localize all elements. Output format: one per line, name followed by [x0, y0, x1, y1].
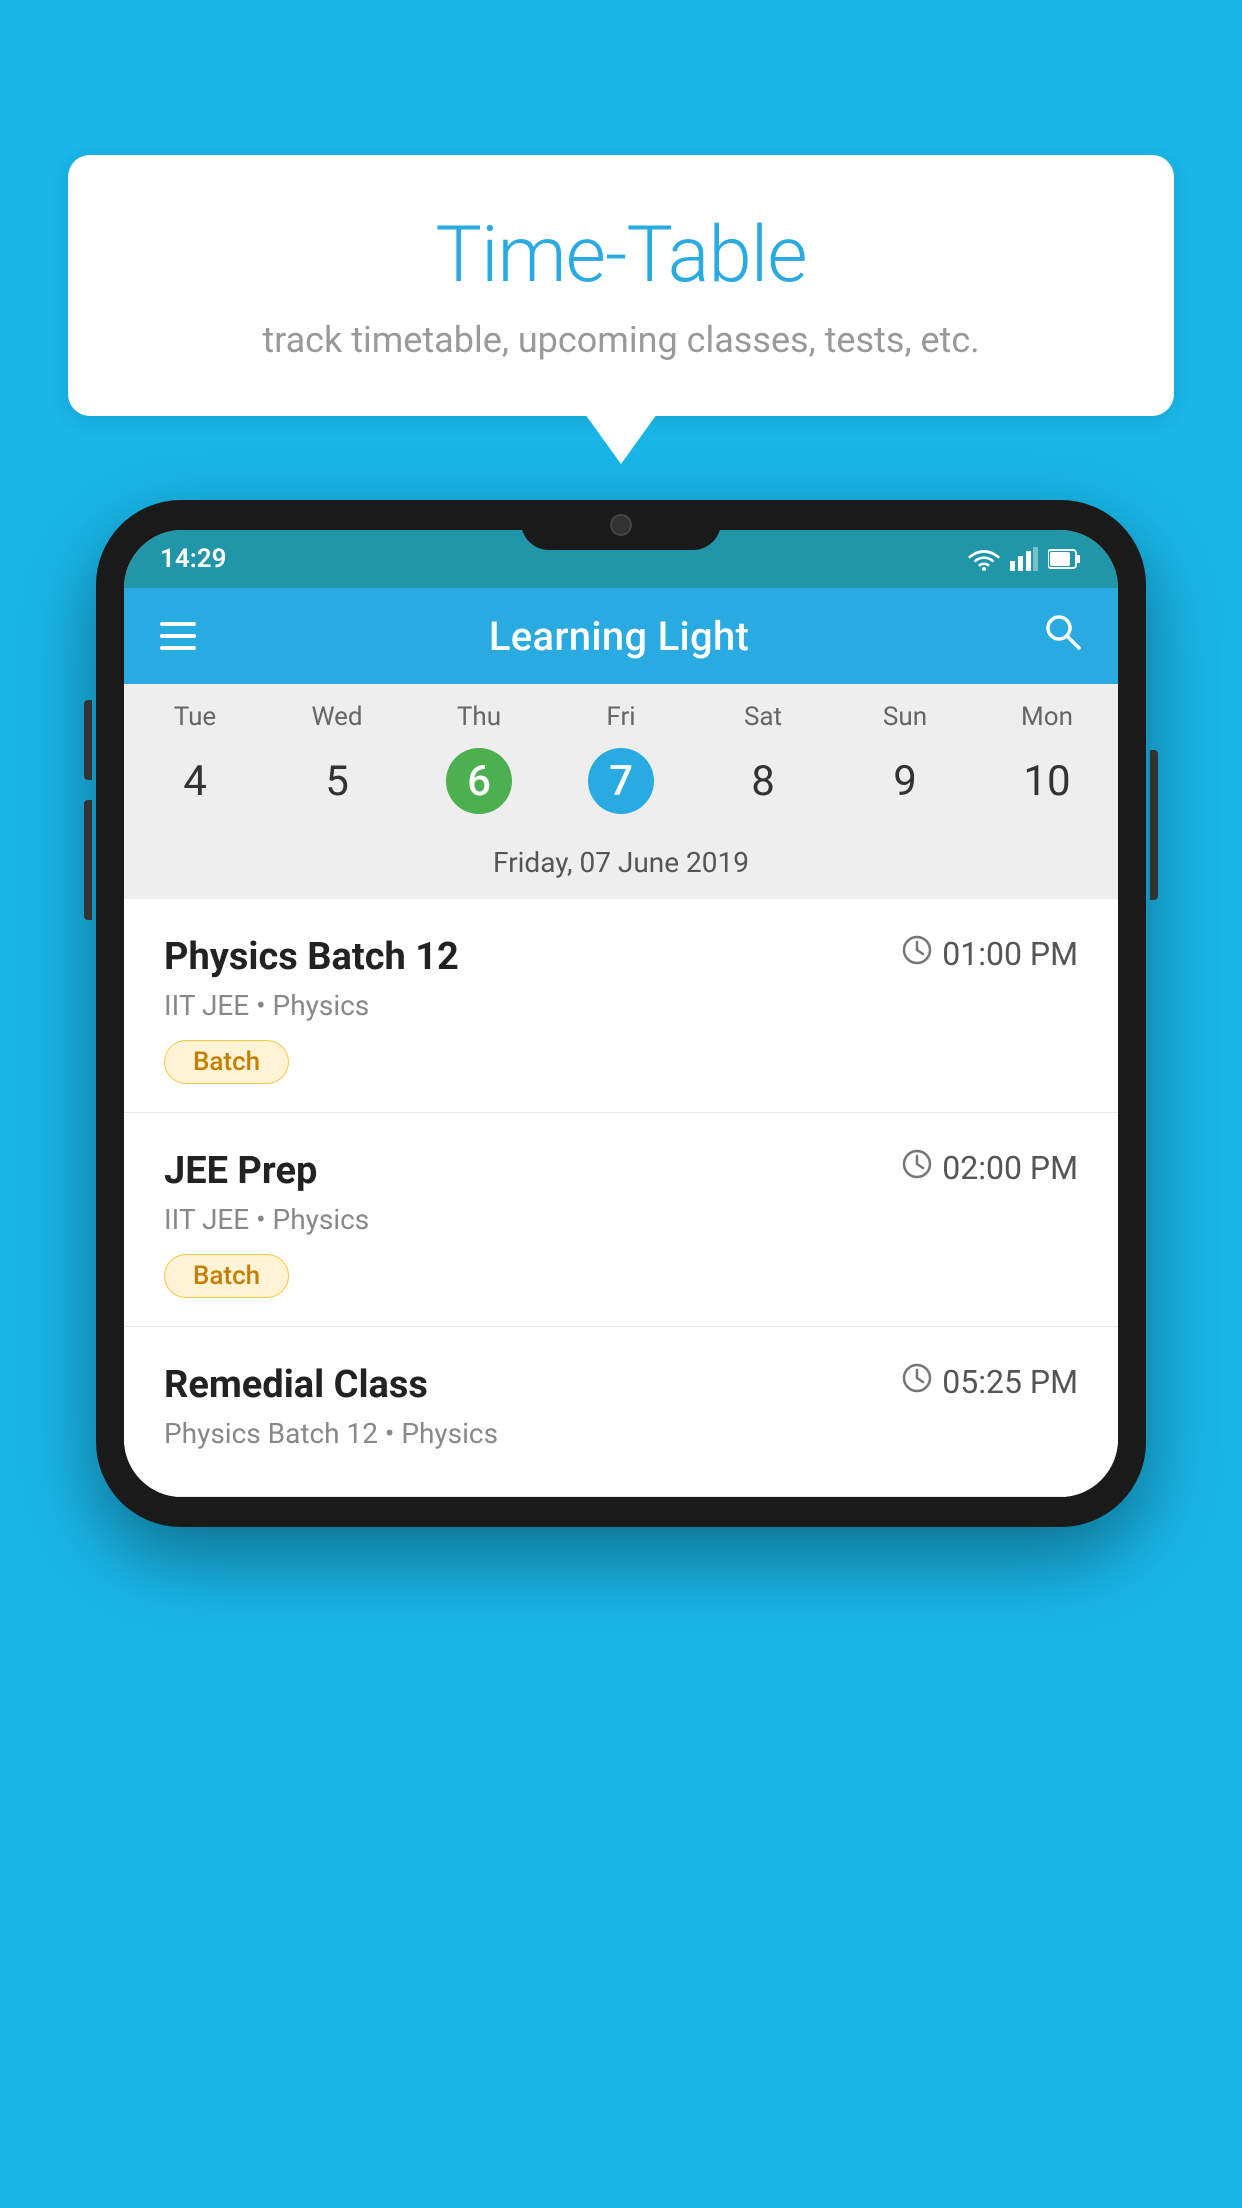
day-header-mon[interactable]: Mon: [976, 702, 1118, 732]
speech-bubble-container: Time-Table track timetable, upcoming cla…: [68, 155, 1174, 416]
day-header-wed[interactable]: Wed: [266, 702, 408, 732]
class-card-2[interactable]: JEE Prep 02:00 PM: [124, 1113, 1118, 1327]
clock-icon-1: [902, 935, 932, 973]
class-time-1: 01:00 PM: [902, 935, 1078, 973]
day-header-tue[interactable]: Tue: [124, 702, 266, 732]
time-text-3: 05:25 PM: [942, 1363, 1078, 1401]
power-button: [1150, 750, 1158, 900]
day-header-thu[interactable]: Thu: [408, 702, 550, 732]
class-time-2: 02:00 PM: [902, 1149, 1078, 1187]
app-title: Learning Light: [489, 613, 749, 660]
clock-icon-2: [902, 1149, 932, 1187]
day-4[interactable]: 4: [124, 757, 266, 806]
clock-icon-3: [902, 1363, 932, 1401]
class-card-1[interactable]: Physics Batch 12 01:00 PM: [124, 899, 1118, 1113]
signal-icon: [1010, 547, 1038, 571]
hamburger-line: [160, 646, 196, 650]
app-bar: Learning Light: [124, 588, 1118, 684]
bubble-subtitle: track timetable, upcoming classes, tests…: [128, 319, 1114, 361]
class-time-3: 05:25 PM: [902, 1363, 1078, 1401]
class-meta-3: Physics Batch 12 • Physics: [164, 1417, 1078, 1450]
day-7-selected[interactable]: 7: [550, 748, 692, 814]
wifi-icon: [968, 547, 1000, 571]
class-name-1: Physics Batch 12: [164, 935, 459, 979]
selected-date-label: Friday, 07 June 2019: [124, 832, 1118, 899]
phone-screen: 14:29: [124, 530, 1118, 1497]
hamburger-line: [160, 622, 196, 626]
day-header-sun[interactable]: Sun: [834, 702, 976, 732]
batch-badge-1: Batch: [164, 1040, 289, 1084]
class-card-header-3: Remedial Class 05:25 PM: [164, 1363, 1078, 1407]
day-10[interactable]: 10: [976, 757, 1118, 806]
search-button[interactable]: [1042, 611, 1082, 661]
day-header-sat[interactable]: Sat: [692, 702, 834, 732]
class-name-2: JEE Prep: [164, 1149, 317, 1193]
time-text-2: 02:00 PM: [942, 1149, 1078, 1187]
volume-down-button: [84, 800, 92, 920]
day-headers: Tue Wed Thu Fri Sat Sun Mon: [124, 684, 1118, 740]
class-card-3[interactable]: Remedial Class 05:25 PM: [124, 1327, 1118, 1497]
class-name-3: Remedial Class: [164, 1363, 428, 1407]
status-icons: [968, 547, 1082, 571]
battery-icon: [1048, 548, 1082, 570]
day-header-fri[interactable]: Fri: [550, 702, 692, 732]
status-time: 14:29: [160, 544, 227, 574]
front-camera: [610, 514, 632, 536]
day-6-today[interactable]: 6: [408, 748, 550, 814]
speech-bubble: Time-Table track timetable, upcoming cla…: [68, 155, 1174, 416]
phone-notch: [521, 500, 721, 550]
day-8[interactable]: 8: [692, 757, 834, 806]
hamburger-menu[interactable]: [160, 622, 196, 650]
day-numbers: 4 5 6 7 8 9 10: [124, 740, 1118, 832]
day-circle-selected: 7: [588, 748, 654, 814]
phone-frame: 14:29: [96, 500, 1146, 1527]
batch-badge-2: Batch: [164, 1254, 289, 1298]
classes-list: Physics Batch 12 01:00 PM: [124, 899, 1118, 1497]
hamburger-line: [160, 634, 196, 638]
calendar-section: Tue Wed Thu Fri Sat Sun Mon 4 5 6 7: [124, 684, 1118, 899]
day-circle-today: 6: [446, 748, 512, 814]
phone-wrapper: 14:29: [96, 500, 1146, 1527]
time-text-1: 01:00 PM: [942, 935, 1078, 973]
day-5[interactable]: 5: [266, 757, 408, 806]
volume-up-button: [84, 700, 92, 780]
bubble-title: Time-Table: [128, 210, 1114, 301]
class-card-header-2: JEE Prep 02:00 PM: [164, 1149, 1078, 1193]
class-card-header-1: Physics Batch 12 01:00 PM: [164, 935, 1078, 979]
class-meta-1: IIT JEE • Physics: [164, 989, 1078, 1022]
class-meta-2: IIT JEE • Physics: [164, 1203, 1078, 1236]
day-9[interactable]: 9: [834, 757, 976, 806]
